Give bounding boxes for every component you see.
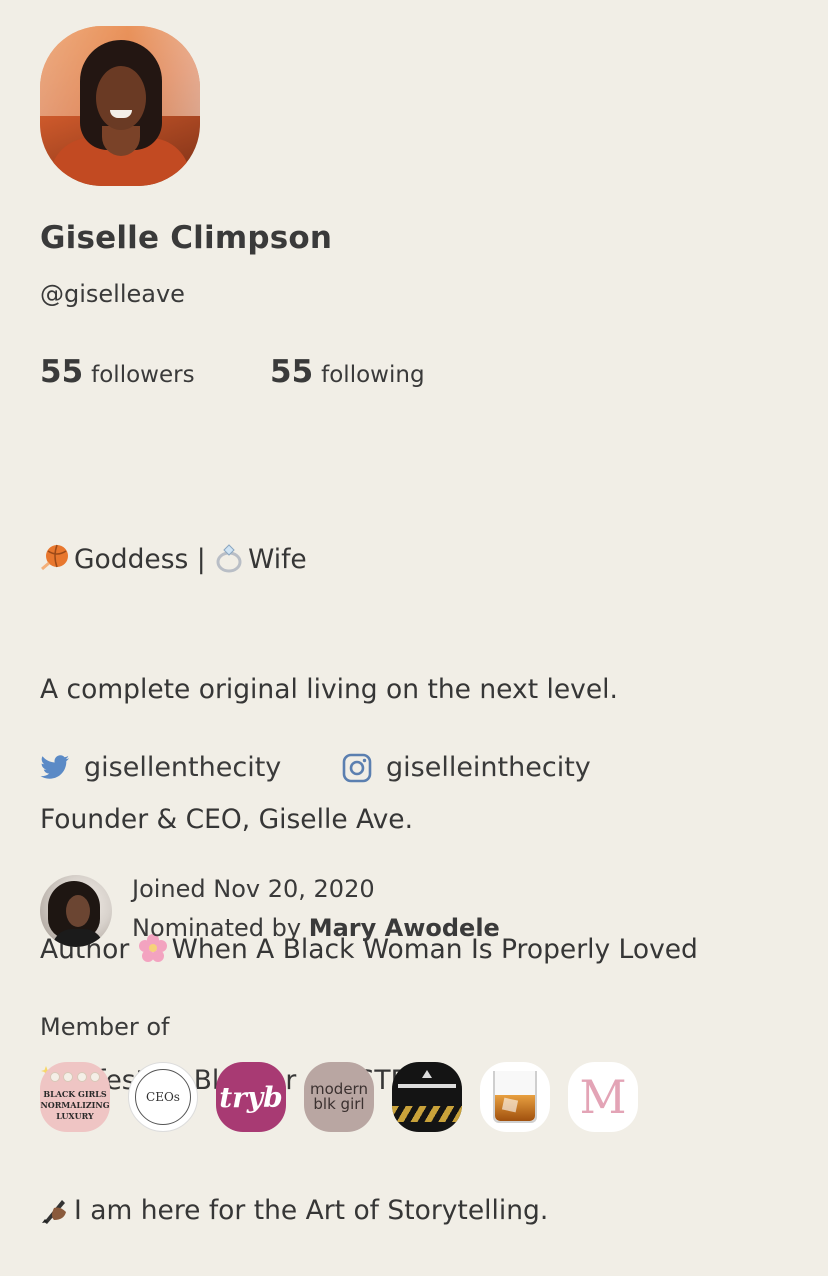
club-list: BLACK GIRLS NORMALIZING LUXURY CEOs tryb… [40,1062,656,1132]
bio-line-1: Goddess | Wife [40,538,698,581]
profile-bio: Goddess | Wife A complete original livin… [40,451,698,1276]
bio-line-6: I am here for the Art of Storytelling. [40,1189,698,1232]
club-dark-logo[interactable] [392,1062,462,1132]
twitter-link[interactable]: gisellenthecity [40,752,281,783]
following-count: 55 [270,354,314,390]
club-modern-blk-girl[interactable]: modern blk girl [304,1062,374,1132]
instagram-icon [342,753,372,782]
twitter-icon [40,754,70,779]
bio-line-2: A complete original living on the next l… [40,674,618,706]
basketball-emoji-icon [41,544,68,570]
club-m[interactable]: M [568,1062,638,1132]
joined-date: Joined Nov 20, 2020 [132,875,375,903]
nominator-avatar[interactable] [40,875,112,947]
club-tryb[interactable]: tryb [216,1062,286,1132]
nominated-by: Nominated by Mary Awodele [132,914,500,942]
profile-handle: @giselleave [40,280,185,308]
following-stat[interactable]: 55 following [270,354,425,390]
following-label: following [321,362,425,388]
ring-emoji-icon [216,544,242,573]
profile-name: Giselle Climpson [40,220,333,256]
writing-hand-emoji-icon [42,1199,66,1224]
followers-label: followers [91,362,195,388]
followers-count: 55 [40,354,84,390]
bio-line-3: Founder & CEO, Giselle Ave. [40,804,414,836]
member-of-label: Member of [40,1013,170,1041]
nominator-name-link[interactable]: Mary Awodele [309,914,500,942]
instagram-link[interactable]: giselleinthecity [342,752,591,783]
club-black-girls-normalizing-luxury[interactable]: BLACK GIRLS NORMALIZING LUXURY [40,1062,110,1132]
profile-avatar[interactable] [40,26,200,186]
instagram-handle: giselleinthecity [386,752,591,783]
twitter-handle: gisellenthecity [84,752,282,783]
club-whiskey-glass[interactable] [480,1062,550,1132]
followers-stat[interactable]: 55 followers [40,354,195,390]
club-ceos[interactable]: CEOs [128,1062,198,1132]
